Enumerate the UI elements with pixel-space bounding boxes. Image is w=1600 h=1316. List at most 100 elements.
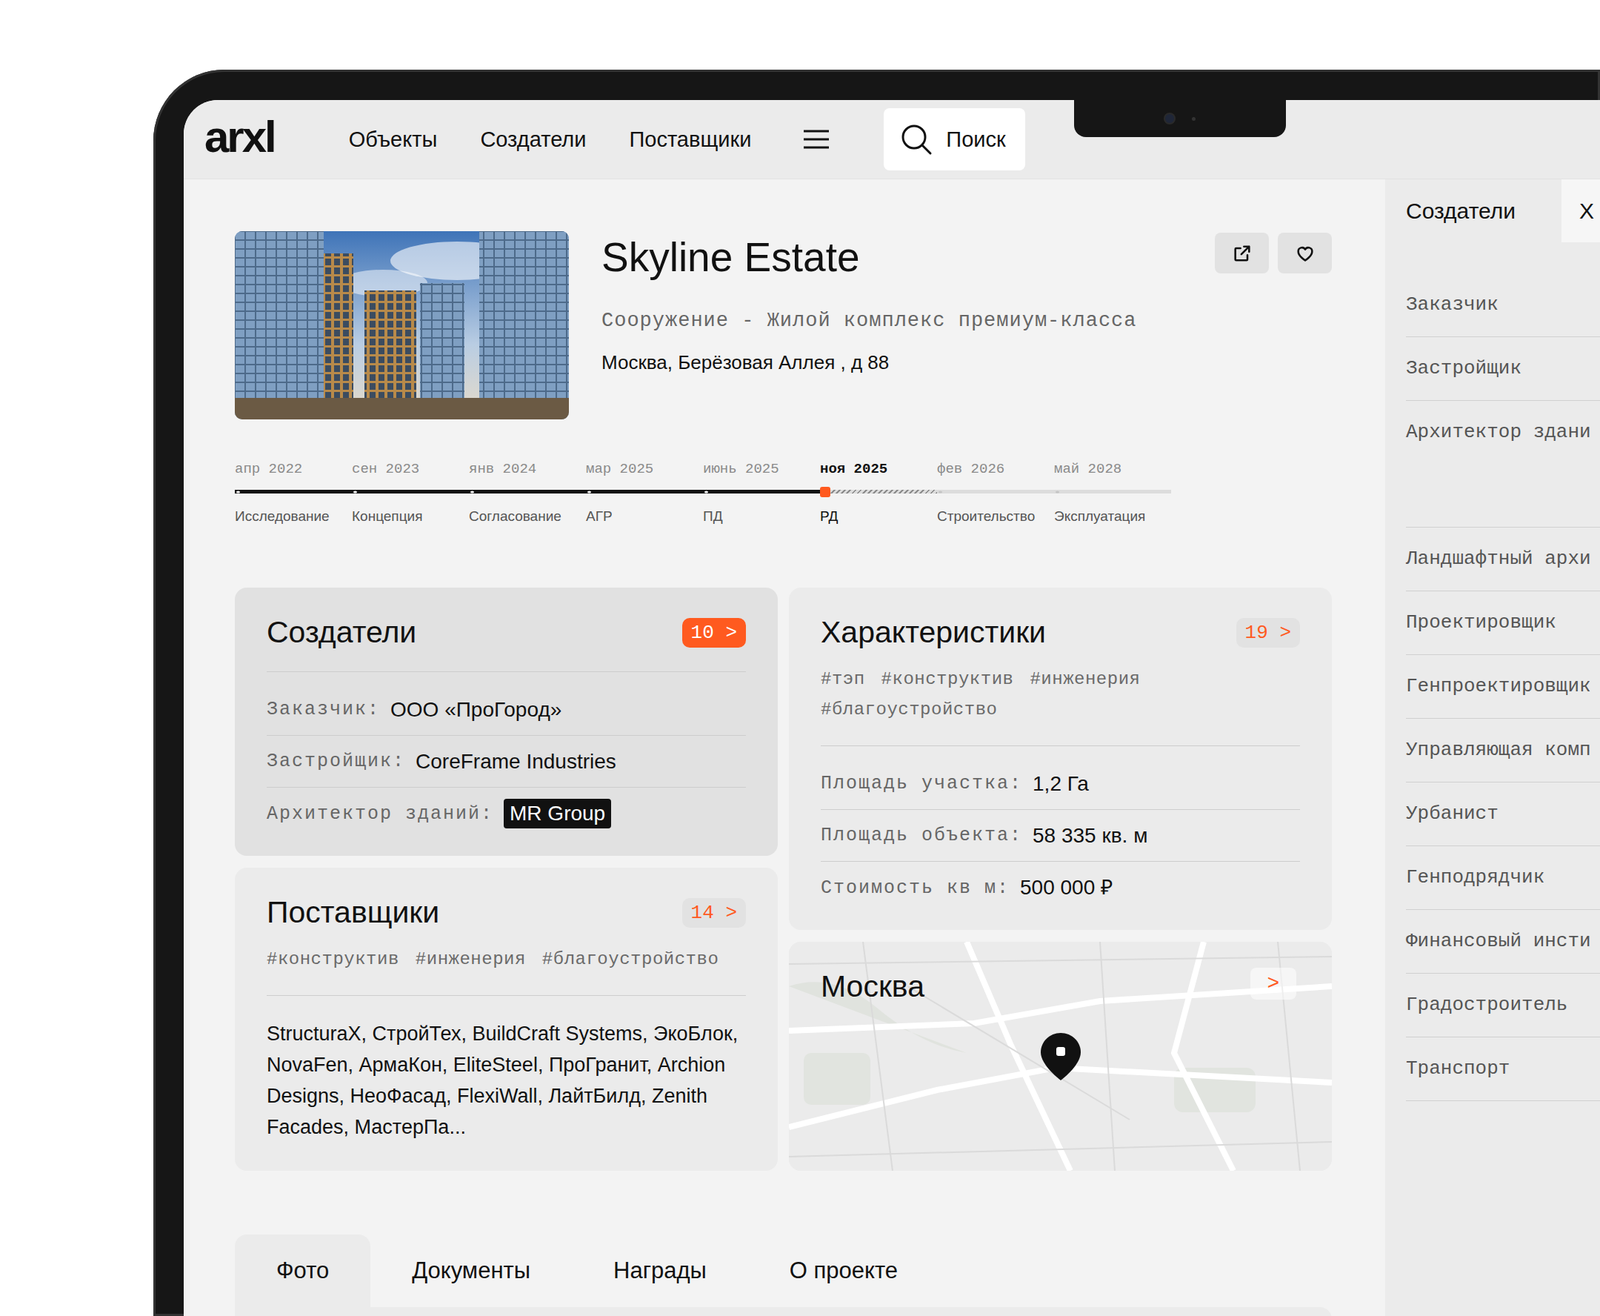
count-badge[interactable]: 19 > [1236, 617, 1300, 648]
row-value[interactable]: CoreFrame Industries [415, 748, 617, 775]
card-title: Характеристики [820, 614, 1046, 651]
stage-label: Исследование [234, 507, 352, 526]
stage-date: фев 2026 [937, 460, 1055, 478]
card-title-row: Поставщики14 > [266, 894, 746, 931]
stage-track [585, 489, 703, 494]
row-label: Стоимость кв м: [820, 877, 1010, 899]
main-panel: Skyline EstateСооружение - Жилой комплек… [183, 179, 1386, 1316]
tag[interactable]: #конструктив [266, 943, 400, 975]
sidebar-tab[interactable]: Х [1561, 179, 1600, 243]
sidebar-item[interactable]: Урбанист [1405, 782, 1600, 846]
card-header: Создатели 10 > [266, 614, 746, 672]
card-header: Поставщики14 > #конструктив #инженерия #бла… [266, 894, 746, 996]
info-row: Площадь объекта:58 335 кв. м [820, 809, 1300, 862]
timeline-stage[interactable]: июнь 2025ПД [702, 460, 820, 526]
sidebar-item[interactable]: Финансовый инсти [1405, 909, 1600, 974]
stage-label: Строительство [937, 507, 1055, 526]
tag[interactable]: #инженерия [1029, 663, 1140, 695]
project-photo[interactable] [234, 231, 569, 420]
stage-dot [587, 490, 592, 493]
stage-date: сен 2023 [351, 460, 469, 478]
stage-track [1054, 489, 1172, 494]
sidebar-item[interactable]: Управляющая комп [1405, 718, 1600, 783]
menu-icon[interactable] [802, 128, 830, 150]
timeline-stage[interactable]: янв 2024Согласование [468, 460, 586, 526]
search-box[interactable]: Поиск [883, 108, 1025, 171]
row-value[interactable]: ООО «ПроГород» [390, 696, 562, 723]
share-button[interactable] [1214, 232, 1269, 274]
timeline-stage[interactable]: сен 2023 Концепция [351, 460, 469, 526]
map-card[interactable]: Москва> [788, 941, 1332, 1171]
stage-date: июнь 2025 [702, 460, 820, 478]
tab[interactable]: Фото [234, 1234, 371, 1307]
stage-label: Согласование [468, 507, 586, 526]
stage-date: ноя 2025 [820, 460, 938, 478]
sidebar-item[interactable]: Градостроитель [1405, 973, 1600, 1038]
logo[interactable]: arxl [204, 114, 275, 164]
sidebar-item[interactable]: Генпроектировщик [1405, 654, 1600, 719]
sidebar-item[interactable]: Проектировщик [1405, 591, 1600, 655]
stage-date: мар 2025 [585, 460, 703, 478]
project-header: Skyline EstateСооружение - Жилой комплек… [234, 231, 1332, 420]
map-open-button[interactable]: > [1250, 967, 1297, 1000]
info-row: Архитектор зданий:MR Group [266, 787, 746, 840]
sidebar: СоздателиХ ЗаказчикЗастройщикАрхитектор з… [1385, 179, 1600, 1316]
heart-icon [1294, 242, 1316, 264]
timeline-stage[interactable]: мар 2025 АГР [585, 460, 703, 526]
row-value: 1,2 Га [1032, 770, 1089, 798]
stage-track [468, 489, 586, 494]
sidebar-tabs: СоздателиХ [1385, 179, 1600, 243]
nav-item[interactable]: Поставщики [628, 127, 752, 152]
nav-item[interactable]: Создатели [480, 127, 586, 152]
sidebar-item[interactable]: Транспорт [1405, 1037, 1600, 1101]
map-title: Москва [820, 968, 1300, 1005]
row-value[interactable]: MR Group [503, 798, 612, 829]
timeline-stage[interactable]: фев 2026 Строительство [937, 460, 1055, 526]
timeline-stage[interactable]: май 2028Эксплуатация [1054, 460, 1172, 526]
sidebar-item[interactable]: Ландшафтный архи [1405, 527, 1600, 592]
favorite-button[interactable] [1277, 232, 1332, 274]
top-nav: arxl Объекты Создатели Поставщики Поиск [183, 100, 1600, 180]
stage-track [937, 489, 1055, 494]
rows: Площадь участка: 1,2 Га Площадь объекта:58… [820, 745, 1300, 914]
tab[interactable]: Награды [571, 1234, 749, 1307]
stage-dot [1055, 490, 1060, 493]
content-area: Skyline EstateСооружение - Жилой комплек… [183, 179, 1600, 1316]
tag[interactable]: #конструктив [881, 663, 1015, 695]
row-label: Заказчик: [266, 698, 380, 720]
sidebar-tab[interactable]: Создатели [1385, 179, 1562, 243]
camera-notch [1074, 100, 1286, 138]
tab[interactable]: Документы [370, 1234, 572, 1307]
tag[interactable]: #благоустройство [542, 943, 719, 975]
creators-card: Создатели10 >Заказчик:ООО «ПроГород»Заст… [234, 587, 778, 856]
stage-track [351, 489, 469, 494]
tag[interactable]: #инженерия [415, 943, 526, 975]
card-title: Создатели [266, 614, 417, 651]
info-row: Стоимость кв м:500 000 ₽ [820, 861, 1300, 914]
timeline-stage[interactable]: апр 2022Исследование [234, 460, 352, 526]
stage-label: АГР [585, 507, 703, 526]
count-badge[interactable]: 10 > [682, 617, 746, 648]
tab[interactable]: О проекте [748, 1234, 940, 1307]
cards-column: Характеристики 19 > #тэп #конструктив #инжен… [788, 587, 1332, 1171]
sidebar-item[interactable]: Заказчик [1405, 273, 1600, 338]
row-label: Площадь участка: [820, 772, 1023, 795]
sidebar-item[interactable]: Застройщик [1405, 337, 1600, 401]
card-title-row: Создатели 10 > [266, 614, 746, 651]
screen: arxl Объекты Создатели Поставщики Поиск Skyli… [183, 100, 1600, 1316]
sidebar-item[interactable]: Генподрядчик [1405, 845, 1600, 910]
map-pin-icon[interactable] [1040, 1032, 1081, 1080]
supplier-list: StructuraX, СтройТех, BuildCraft Systems… [266, 995, 746, 1152]
tag-list: #тэп #конструктив #инженерия #благоустройст… [820, 663, 1300, 725]
stage-track [702, 489, 820, 494]
card-header: Характеристики 19 > #тэп #конструктив #инжен… [820, 614, 1300, 746]
sidebar-item[interactable]: Архитектор здани [1405, 400, 1600, 528]
sensor-icon [1191, 117, 1196, 121]
tag[interactable]: #тэп [820, 663, 866, 695]
stage-track [820, 489, 938, 494]
tag[interactable]: #благоустройство [820, 694, 998, 725]
stage-label: Концепция [351, 507, 469, 526]
timeline-stage[interactable]: ноя 2025РД [820, 460, 938, 526]
nav-item[interactable]: Объекты [348, 127, 438, 152]
count-badge[interactable]: 14 > [682, 897, 746, 928]
